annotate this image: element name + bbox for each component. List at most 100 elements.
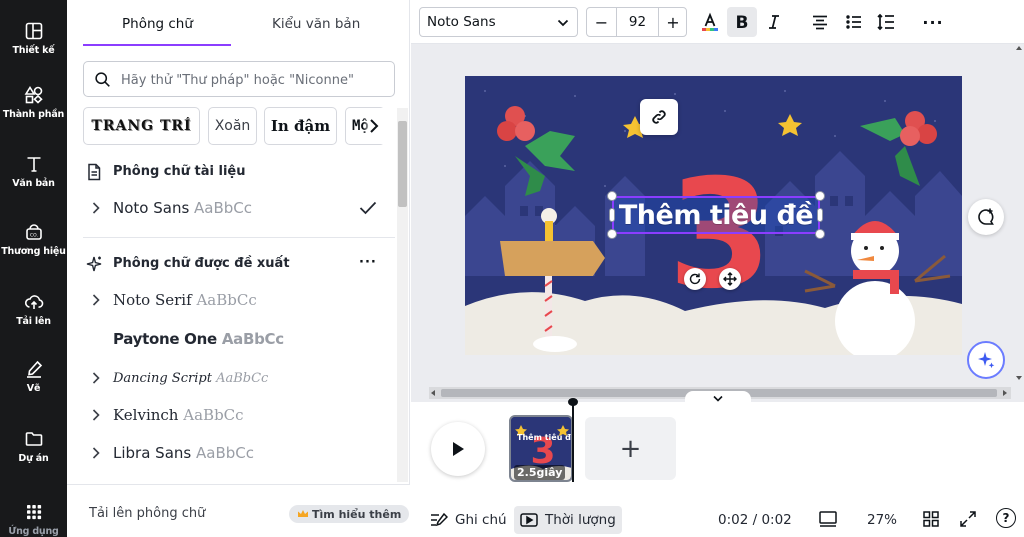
timeline-panel: 3 Thêm tiêu đề 2.5giây +	[411, 398, 1024, 500]
font-row-noto-serif[interactable]: Noto Serif AaBbCc	[83, 284, 395, 316]
duration-button[interactable]: Thời lượng	[514, 506, 622, 534]
tab-text-styles[interactable]: Kiểu văn bản	[272, 16, 360, 32]
search-icon	[95, 72, 110, 87]
notes-icon	[431, 512, 448, 527]
more-options-button[interactable]: ···	[918, 7, 948, 37]
sidebar-item-label: Ứng dụng	[8, 525, 59, 537]
help-button[interactable]: ?	[996, 508, 1016, 528]
chevron-down-icon	[557, 19, 569, 27]
sidebar-item-elements[interactable]: Thành phần	[0, 72, 67, 132]
font-sample: AaBbCc	[221, 330, 284, 348]
font-row-kelvinch[interactable]: Kelvinch AaBbCc	[83, 399, 395, 431]
add-page-button[interactable]: +	[585, 417, 676, 480]
fullscreen-icon	[960, 511, 976, 527]
sidebar-item-design[interactable]: Thiết kế	[0, 8, 67, 68]
panel-scroll-thumb[interactable]	[398, 121, 407, 207]
bold-icon: B	[736, 13, 749, 32]
notes-button[interactable]: Ghi chú	[426, 506, 511, 534]
page-view-button[interactable]	[817, 508, 839, 530]
align-center-button[interactable]	[805, 7, 835, 37]
bold-button[interactable]: B	[727, 7, 757, 37]
increase-size-button[interactable]: +	[658, 8, 687, 36]
italic-icon	[769, 15, 779, 29]
font-row-paytone-one[interactable]: Paytone One AaBbCc	[83, 323, 395, 355]
font-sample: AaBbCc	[196, 291, 257, 309]
sidebar-item-apps[interactable]: Ứng dụng	[0, 489, 67, 537]
resize-handle[interactable]	[607, 191, 617, 201]
font-search-box[interactable]	[83, 61, 395, 97]
resize-handle[interactable]	[815, 191, 825, 201]
duration-label: Thời lượng	[545, 512, 616, 528]
learn-more-label: Tìm hiểu thêm	[312, 507, 402, 521]
style-chip-decorative[interactable]: TRANG TRÍ	[83, 107, 200, 145]
editor-toolbar: Noto Sans − 92 + B ···	[411, 0, 1024, 44]
canva-editor: Thiết kế Thành phần Văn bản CO. Thương h…	[0, 0, 1024, 537]
spacing-button[interactable]	[871, 7, 901, 37]
resize-handle[interactable]	[815, 229, 825, 239]
text-color-button[interactable]	[695, 7, 725, 37]
add-comment-button[interactable]	[968, 199, 1004, 235]
design-page[interactable]: 3 Thêm tiêu đề	[465, 76, 962, 355]
canvas-workspace[interactable]: 3 Thêm tiêu đề	[411, 44, 1024, 405]
font-row-noto-sans[interactable]: Noto Sans AaBbCc	[83, 192, 395, 224]
sidebar-item-draw[interactable]: Vẽ	[0, 346, 67, 406]
link-button[interactable]	[640, 99, 678, 135]
move-handle[interactable]	[719, 268, 741, 290]
upload-font-link[interactable]: Tải lên phông chữ	[89, 506, 205, 521]
tab-fonts[interactable]: Phông chữ	[122, 16, 193, 32]
svg-text:CO.: CO.	[30, 232, 38, 238]
checkmark-icon	[359, 201, 377, 215]
side-handle[interactable]	[609, 208, 615, 222]
decrease-size-button[interactable]: −	[587, 8, 617, 36]
workspace-vertical-scrollbar[interactable]	[1014, 44, 1024, 387]
document-icon	[88, 163, 101, 181]
font-sample: AaBbCc	[194, 199, 253, 217]
suggested-fonts-title: Phông chữ được đề xuất	[113, 256, 290, 271]
sidebar-item-text[interactable]: Văn bản	[0, 141, 67, 201]
bullet-list-icon	[846, 15, 861, 29]
style-chip-bold[interactable]: In đậm	[264, 107, 337, 145]
selected-title-textbox[interactable]: Thêm tiêu đề	[612, 196, 820, 234]
zoom-level[interactable]: 27%	[867, 506, 897, 534]
font-size-input[interactable]: 92	[617, 8, 658, 36]
brand-icon: CO.	[25, 223, 42, 240]
page-view-icon	[819, 511, 837, 527]
play-icon	[453, 442, 464, 456]
side-handle[interactable]	[817, 208, 823, 222]
sidebar-item-uploads[interactable]: Tải lên	[0, 279, 67, 339]
sidebar-item-projects[interactable]: Dự án	[0, 416, 67, 476]
magic-assistant-button[interactable]	[967, 341, 1005, 379]
italic-button[interactable]	[759, 7, 789, 37]
panel-footer: Tải lên phông chữ Tìm hiểu thêm	[67, 484, 410, 537]
font-size-stepper: − 92 +	[586, 7, 687, 37]
time-display: 0:02 / 0:02	[718, 512, 792, 528]
search-input[interactable]	[121, 70, 381, 90]
sidebar-item-label: Thương hiệu	[1, 245, 66, 257]
font-sample: AaBbCc	[183, 406, 244, 424]
page-thumbnail[interactable]: 3 Thêm tiêu đề 2.5giây	[509, 415, 573, 482]
sidebar-item-label: Dự án	[18, 452, 49, 464]
sidebar-item-label: Thiết kế	[12, 44, 55, 56]
suggested-more-button[interactable]: ···	[359, 255, 377, 270]
sidebar-item-label: Vẽ	[26, 382, 41, 394]
move-icon	[723, 272, 737, 286]
grid-view-button[interactable]	[920, 508, 942, 530]
line-spacing-icon	[877, 13, 894, 31]
divider	[83, 237, 395, 238]
learn-more-badge[interactable]: Tìm hiểu thêm	[289, 505, 410, 523]
title-text[interactable]: Thêm tiêu đề	[619, 200, 814, 231]
play-button[interactable]	[431, 422, 485, 476]
playhead[interactable]	[572, 402, 574, 482]
fullscreen-button[interactable]	[957, 508, 979, 530]
chevron-right-icon	[92, 372, 100, 384]
style-chip-curly[interactable]: Xoăn	[208, 107, 257, 145]
rotate-handle[interactable]	[684, 268, 706, 290]
font-family-dropdown[interactable]: Noto Sans	[419, 7, 578, 37]
chips-next-button[interactable]	[363, 108, 385, 144]
font-row-libra-sans[interactable]: Libra Sans AaBbCc	[83, 437, 395, 469]
font-row-dancing-script[interactable]: Dancing Script AaBbCc	[83, 362, 395, 394]
sidebar-item-brand[interactable]: CO. Thương hiệu	[0, 209, 67, 269]
resize-handle[interactable]	[607, 229, 617, 239]
list-button[interactable]	[839, 7, 869, 37]
scroll-up-icon	[1016, 46, 1022, 50]
